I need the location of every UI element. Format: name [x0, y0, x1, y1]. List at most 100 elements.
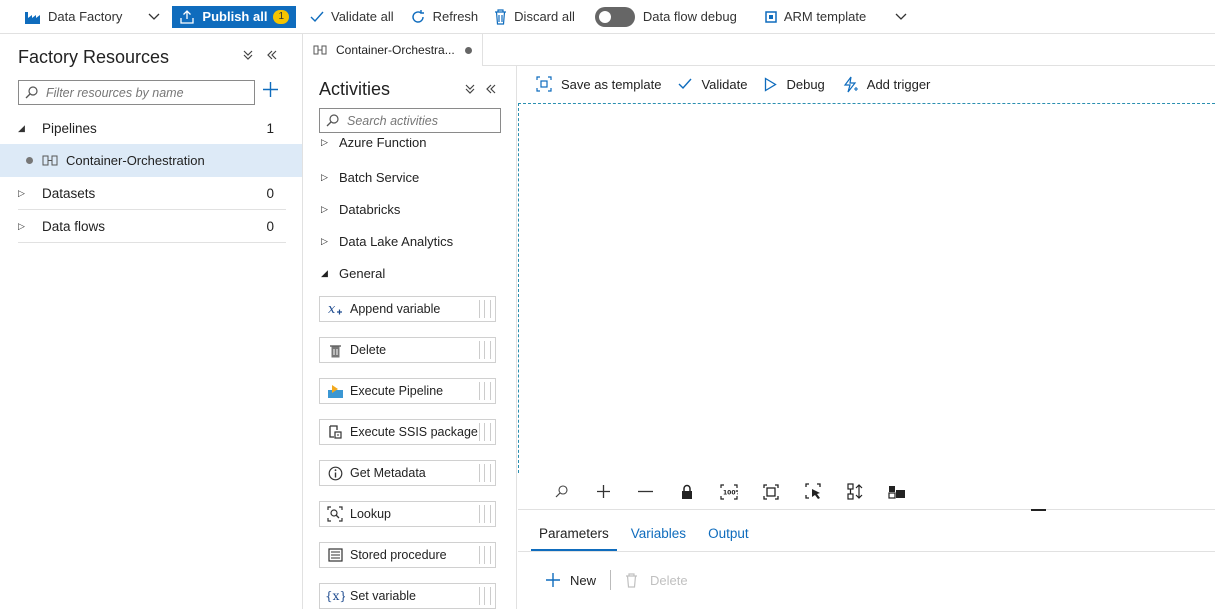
drag-handle-icon[interactable]	[479, 300, 491, 318]
publish-all-button[interactable]: Publish all 1	[172, 5, 296, 28]
tab-label: Container-Orchestra...	[336, 43, 455, 57]
activities-title: Activities	[319, 79, 391, 99]
data-flows-group[interactable]: ▷ Data flows 0	[18, 211, 286, 243]
group-batch-service[interactable]: ▷ Batch Service	[321, 170, 419, 185]
tab-parameters[interactable]: Parameters	[531, 526, 617, 551]
discard-all-button[interactable]: Discard all	[486, 0, 583, 34]
activity-get-metadata[interactable]: Get Metadata	[319, 460, 496, 486]
zoom-in-icon[interactable]	[582, 484, 624, 499]
parameter-actions: New Delete	[545, 570, 688, 590]
zoom-out-icon[interactable]	[624, 490, 666, 493]
pipelines-group[interactable]: ◢ Pipelines 1	[18, 113, 286, 145]
data-flow-debug-label: Data flow debug	[642, 9, 737, 24]
panel-resize-handle[interactable]	[1031, 509, 1046, 511]
factory-resources-panel: Factory Resources Filter resources by na…	[0, 34, 303, 609]
drag-handle-icon[interactable]	[479, 587, 491, 605]
add-resource-button[interactable]	[262, 80, 279, 102]
activity-label: Delete	[350, 343, 387, 357]
collapse-all-icon[interactable]	[242, 48, 254, 64]
svg-text:100%: 100%	[723, 489, 738, 496]
drag-handle-icon[interactable]	[479, 546, 491, 564]
drag-handle-icon[interactable]	[479, 341, 491, 359]
activity-execute-pipeline[interactable]: Execute Pipeline	[319, 378, 496, 404]
activity-label: Execute SSIS package	[350, 425, 478, 439]
refresh-label: Refresh	[432, 9, 479, 24]
drag-handle-icon[interactable]	[479, 382, 491, 400]
group-label: Data Lake Analytics	[339, 234, 454, 249]
data-flow-debug-toggle[interactable]: Data flow debug	[587, 0, 745, 34]
data-factory-menu[interactable]: Data Factory	[0, 0, 168, 34]
activity-stored-procedure[interactable]: Stored procedure	[319, 542, 496, 568]
arm-template-menu[interactable]: ARM template	[757, 0, 915, 34]
trash-icon	[626, 572, 638, 588]
delete-parameter-button[interactable]: Delete	[625, 573, 688, 588]
lock-icon[interactable]	[666, 484, 708, 500]
minimap-icon[interactable]	[876, 485, 918, 499]
ssis-package-icon	[320, 424, 350, 440]
drag-handle-icon[interactable]	[479, 505, 491, 523]
tab-variables[interactable]: Variables	[623, 526, 694, 551]
toggle-switch[interactable]	[594, 6, 635, 27]
save-as-template-button[interactable]: Save as template	[536, 76, 661, 92]
debug-label: Debug	[786, 76, 825, 92]
pipelines-label: Pipelines	[42, 121, 97, 136]
validate-all-button[interactable]: Validate all	[302, 0, 402, 34]
group-databricks[interactable]: ▷ Databricks	[321, 202, 400, 217]
editor-tab-strip: Container-Orchestra...	[303, 34, 1215, 66]
validate-button[interactable]: Validate	[678, 77, 747, 92]
discard-all-label: Discard all	[514, 9, 575, 24]
filter-resources-input[interactable]: Filter resources by name	[18, 80, 255, 105]
activity-execute-ssis-package[interactable]: Execute SSIS package	[319, 419, 496, 445]
validate-all-label: Validate all	[331, 9, 394, 24]
collapse-panel-icon[interactable]	[485, 82, 497, 98]
publish-all-label: Publish all	[202, 9, 268, 24]
fit-to-screen-icon[interactable]	[750, 483, 792, 500]
select-icon[interactable]	[792, 483, 834, 500]
collapse-panel-icon[interactable]	[266, 48, 278, 64]
activities-panel: Activities Search activities ▷ Azure Fun…	[303, 66, 517, 609]
datasets-label: Datasets	[42, 186, 96, 201]
activity-lookup[interactable]: Lookup	[319, 501, 496, 527]
collapsed-arrow-icon: ▷	[321, 204, 328, 214]
datasets-group[interactable]: ▷ Datasets 0	[18, 178, 286, 210]
pipeline-canvas[interactable]	[518, 103, 1215, 473]
data-factory-icon	[25, 11, 40, 24]
zoom-100-icon[interactable]: 100%	[708, 483, 750, 500]
drag-handle-icon[interactable]	[479, 423, 491, 441]
svg-text:x: x	[328, 302, 336, 317]
group-azure-function[interactable]: ▷ Azure Function	[321, 138, 426, 154]
add-trigger-button[interactable]: Add trigger	[842, 76, 930, 93]
refresh-button[interactable]: Refresh	[402, 0, 487, 34]
collapsed-arrow-icon: ▷	[321, 172, 328, 182]
collapse-all-icon[interactable]	[464, 82, 476, 98]
search-canvas-icon[interactable]	[540, 485, 582, 498]
tab-output[interactable]: Output	[700, 526, 757, 551]
pipeline-icon	[42, 155, 58, 166]
activity-set-variable[interactable]: {x} Set variable	[319, 583, 496, 609]
search-activities-input[interactable]: Search activities	[319, 108, 501, 133]
activity-label: Execute Pipeline	[350, 384, 444, 398]
activity-delete[interactable]: Delete	[319, 337, 496, 363]
debug-button[interactable]: Debug	[764, 76, 825, 92]
group-label: Batch Service	[339, 170, 420, 185]
top-command-bar: Data Factory Publish all 1 Validate all …	[0, 0, 1215, 34]
upload-icon	[180, 9, 195, 24]
unsaved-dot-icon[interactable]	[465, 47, 472, 54]
pipeline-toolbar: Save as template Validate Debug Add trig…	[518, 66, 1215, 102]
drag-handle-icon[interactable]	[479, 464, 491, 482]
datasets-count: 0	[266, 186, 274, 201]
chevron-down-icon	[895, 13, 907, 20]
checkmark-icon	[678, 78, 692, 90]
pipeline-item-container-orchestration[interactable]: Container-Orchestration	[0, 144, 302, 177]
group-data-lake-analytics[interactable]: ▷ Data Lake Analytics	[321, 234, 453, 249]
filter-resources-placeholder: Filter resources by name	[46, 85, 184, 100]
tab-container-orchestration[interactable]: Container-Orchestra...	[303, 34, 483, 66]
group-general[interactable]: ◢ General	[321, 266, 385, 281]
new-parameter-button[interactable]: New	[545, 572, 596, 588]
svg-text:{x}: {x}	[325, 589, 345, 603]
chevron-down-icon	[148, 13, 160, 20]
auto-align-icon[interactable]	[834, 483, 876, 500]
canvas-controls: 100%	[518, 474, 1215, 510]
pipelines-count: 1	[266, 121, 274, 136]
activity-append-variable[interactable]: x Append variable	[319, 296, 496, 322]
